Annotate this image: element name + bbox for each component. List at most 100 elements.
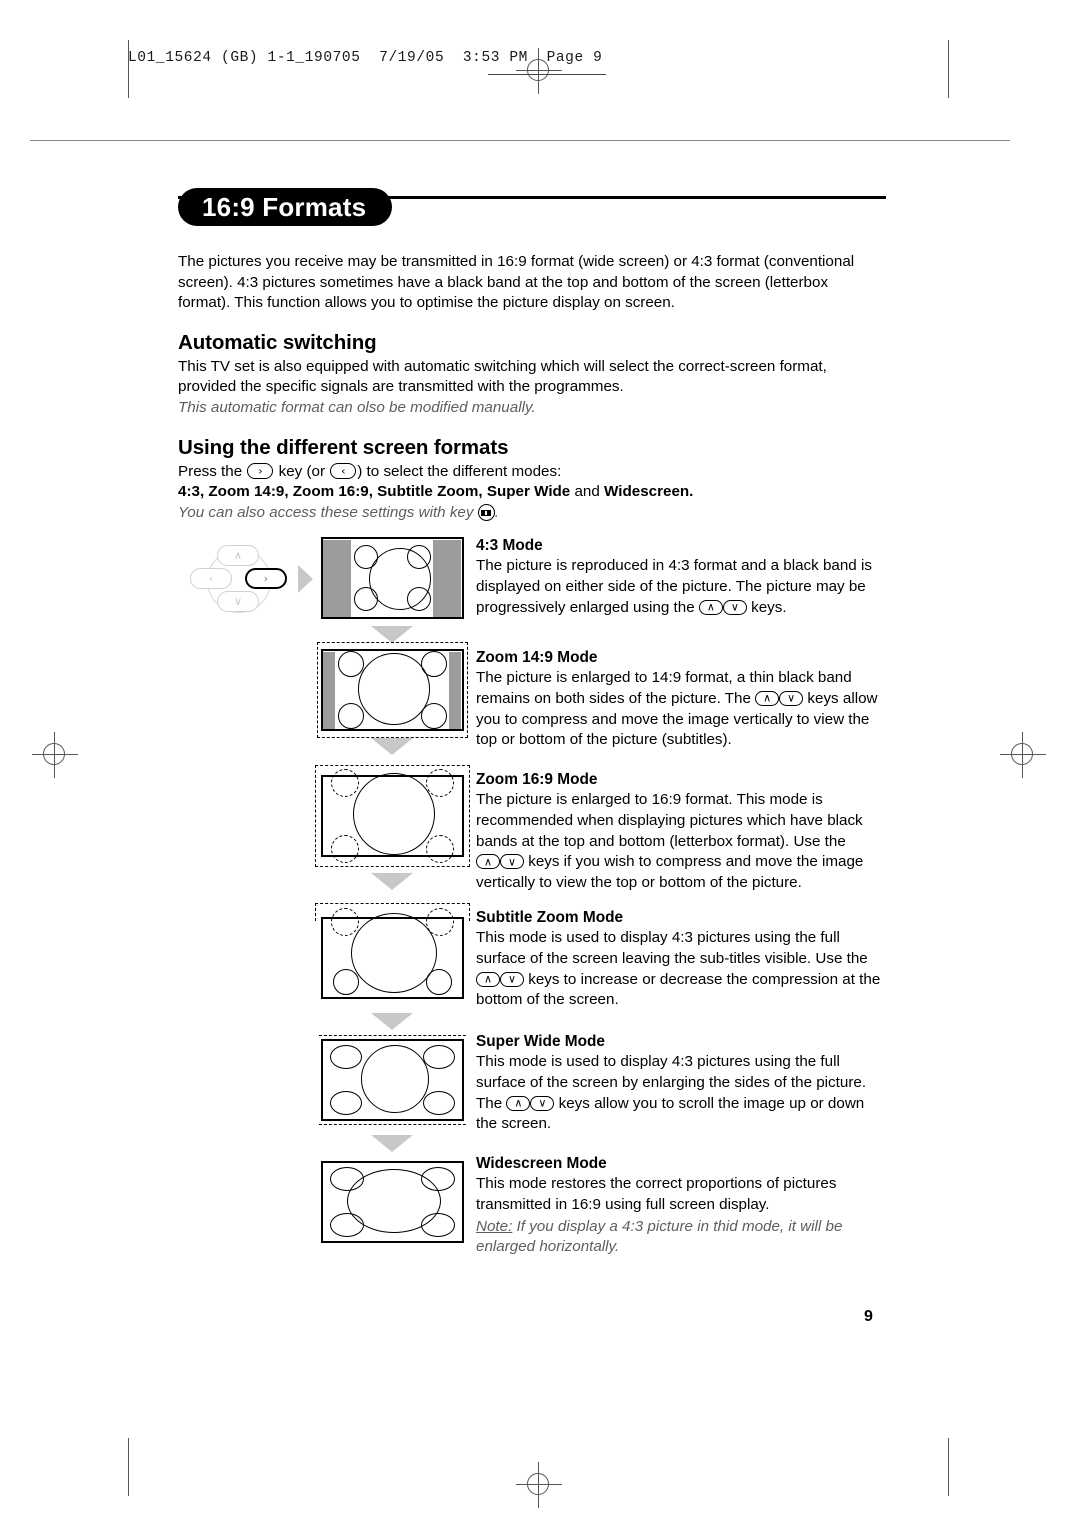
mode-title-widescreen: Widescreen Mode	[476, 1155, 607, 1173]
down-key-icon: ∨	[722, 599, 747, 615]
crop-mark-top-left-horizontal	[30, 140, 1010, 141]
mode-row-super-wide: Super Wide Mode This mode is used to dis…	[178, 1033, 884, 1155]
note-text: If you display a 4:3 picture in thid mod…	[476, 1217, 843, 1256]
description-super-wide: Super Wide Mode This mode is used to dis…	[476, 1033, 882, 1134]
tv-diagram-zoom-16-9	[314, 765, 470, 868]
figure-4-3: ∧ ∨ ‹ ›	[190, 537, 466, 650]
tv-diagram-zoom-14-9	[316, 642, 468, 739]
crop-mark-top-right-vertical	[948, 40, 949, 98]
widescreen-note: Note: If you display a 4:3 picture in th…	[476, 1217, 882, 1258]
figure-super-wide	[318, 1033, 466, 1159]
tv-diagram-super-wide	[318, 1035, 466, 1126]
right-arrow-key-icon: ›	[247, 462, 274, 479]
mode-body-4-3: The picture is reproduced in 4:3 format …	[476, 556, 882, 618]
mode-body-zoom-14-9: The picture is enlarged to 14:9 format, …	[476, 669, 878, 749]
navigation-pad: ∧ ∨ ‹ ›	[190, 545, 318, 615]
registration-mark-bottom	[516, 1462, 562, 1508]
figure-zoom-14-9	[316, 642, 468, 762]
nav-up-button[interactable]: ∧	[217, 545, 259, 567]
up-key-icon: ∧	[698, 599, 723, 615]
mode-title-subtitle-zoom: Subtitle Zoom Mode	[476, 909, 624, 927]
mode-title-zoom-16-9: Zoom 16:9 Mode	[476, 771, 598, 789]
tv-diagram-4-3	[320, 537, 464, 620]
heading-automatic-switching: Automatic switching	[178, 330, 377, 354]
updown-key-pair-icon-5: ∧ ∨	[506, 1094, 555, 1115]
automatic-switching-note: This automatic format can olso be modifi…	[178, 398, 536, 416]
updown-key-pair-icon-1: ∧ ∨	[698, 598, 747, 619]
mode-body-subtitle-zoom: This mode is used to display 4:3 picture…	[476, 929, 881, 1009]
down-key-icon: ∨	[530, 1095, 555, 1111]
nav-right-button-highlighted[interactable]: ›	[245, 568, 287, 590]
flow-arrow-icon	[298, 565, 313, 594]
down-key-icon: ∨	[500, 971, 524, 987]
mode-title-super-wide: Super Wide Mode	[476, 1033, 605, 1051]
overflow-line-top	[318, 1035, 466, 1037]
modes-last: Widescreen.	[604, 483, 694, 501]
registration-mark-left	[32, 732, 78, 778]
access-note-prefix: You can also access these settings with …	[178, 503, 474, 521]
description-widescreen: Widescreen Mode This mode restores the c…	[476, 1155, 882, 1257]
press-mid: key (or	[278, 462, 326, 480]
page-number: 9	[864, 1308, 873, 1325]
overflow-line-bottom	[318, 1124, 466, 1126]
modes-list: 4:3, Zoom 14:9, Zoom 16:9, Subtitle Zoom…	[178, 483, 571, 501]
up-key-icon: ∧	[476, 854, 500, 870]
mode-body-zoom-16-9: The picture is enlarged to 16:9 format. …	[476, 791, 864, 891]
access-note-suffix: .	[494, 503, 499, 521]
up-key-icon: ∧	[476, 971, 500, 987]
description-zoom-14-9: Zoom 14:9 Mode The picture is enlarged t…	[476, 649, 882, 750]
crop-mark-top-left-vertical	[128, 40, 129, 98]
registration-mark-right	[1000, 732, 1046, 778]
mode-row-widescreen: Widescreen Mode This mode restores the c…	[178, 1155, 884, 1265]
description-subtitle-zoom: Subtitle Zoom Mode This mode is used to …	[476, 909, 882, 1010]
up-key-icon: ∧	[506, 1095, 531, 1111]
description-4-3: 4:3 Mode The picture is reproduced in 4:…	[476, 537, 882, 618]
press-suffix: ) to select the different modes:	[357, 462, 562, 480]
modes-and: and	[570, 483, 605, 501]
heading-using-formats: Using the different screen formats	[178, 435, 509, 459]
down-arrow-icon-3	[371, 873, 413, 891]
mode-body-widescreen: This mode restores the correct proportio…	[476, 1175, 837, 1213]
page-title: 16:9 Formats	[178, 188, 393, 226]
tv-diagram-widescreen	[320, 1161, 464, 1244]
press-prefix: Press the	[178, 462, 243, 480]
down-key-icon: ∨	[779, 690, 804, 706]
nav-left-button[interactable]: ‹	[190, 568, 232, 590]
down-arrow-icon-5	[371, 1135, 413, 1153]
slug-underline	[488, 74, 606, 75]
crop-mark-bottom-right-vertical	[948, 1438, 949, 1496]
updown-key-pair-icon-3: ∧ ∨	[476, 852, 524, 873]
down-arrow-icon-1	[371, 626, 413, 644]
access-settings-note: You can also access these settings with …	[178, 503, 884, 524]
figure-subtitle-zoom	[314, 903, 470, 1037]
print-slug: L01_15624 (GB) 1-1_190705 7/19/05 3:53 P…	[128, 50, 603, 66]
mode-title-zoom-14-9: Zoom 14:9 Mode	[476, 649, 598, 667]
format-key-icon	[477, 503, 495, 521]
updown-key-pair-icon-4: ∧ ∨	[476, 970, 524, 991]
left-arrow-key-icon: ‹	[330, 462, 357, 479]
mode-row-subtitle-zoom: Subtitle Zoom Mode This mode is used to …	[178, 903, 884, 1033]
figure-zoom-16-9	[314, 765, 470, 897]
content-column: 16:9 Formats The pictures you receive ma…	[178, 188, 886, 1265]
up-key-icon: ∧	[755, 690, 780, 706]
updown-key-pair-icon-2: ∧ ∨	[755, 689, 804, 710]
automatic-switching-body: This TV set is also equipped with automa…	[178, 357, 827, 396]
crop-mark-bottom-left-vertical	[128, 1438, 129, 1496]
page-title-block: 16:9 Formats	[178, 188, 886, 234]
down-arrow-icon-4	[371, 1013, 413, 1031]
nav-down-button[interactable]: ∨	[217, 591, 259, 613]
mode-row-4-3: ∧ ∨ ‹ › 4:3 Mode The picture is reproduc…	[178, 537, 884, 649]
intro-paragraph: The pictures you receive may be transmit…	[178, 253, 855, 312]
tv-diagram-subtitle-zoom	[314, 903, 470, 1000]
modes-list-line: 4:3, Zoom 14:9, Zoom 16:9, Subtitle Zoom…	[178, 482, 884, 503]
press-key-instruction: Press the › key (or ‹) to select the dif…	[178, 462, 884, 483]
modes-grid: ∧ ∨ ‹ › 4:3 Mode The picture is reproduc…	[178, 537, 884, 1265]
mode-row-zoom-16-9: Zoom 16:9 Mode The picture is enlarged t…	[178, 765, 884, 909]
down-key-icon: ∨	[500, 854, 524, 870]
document-page: L01_15624 (GB) 1-1_190705 7/19/05 3:53 P…	[0, 0, 1080, 1528]
note-label: Note:	[476, 1217, 513, 1235]
mode-title-4-3: 4:3 Mode	[476, 537, 543, 555]
mode-body-super-wide: This mode is used to display 4:3 picture…	[476, 1053, 867, 1133]
description-zoom-16-9: Zoom 16:9 Mode The picture is enlarged t…	[476, 771, 882, 893]
figure-widescreen	[318, 1155, 466, 1244]
